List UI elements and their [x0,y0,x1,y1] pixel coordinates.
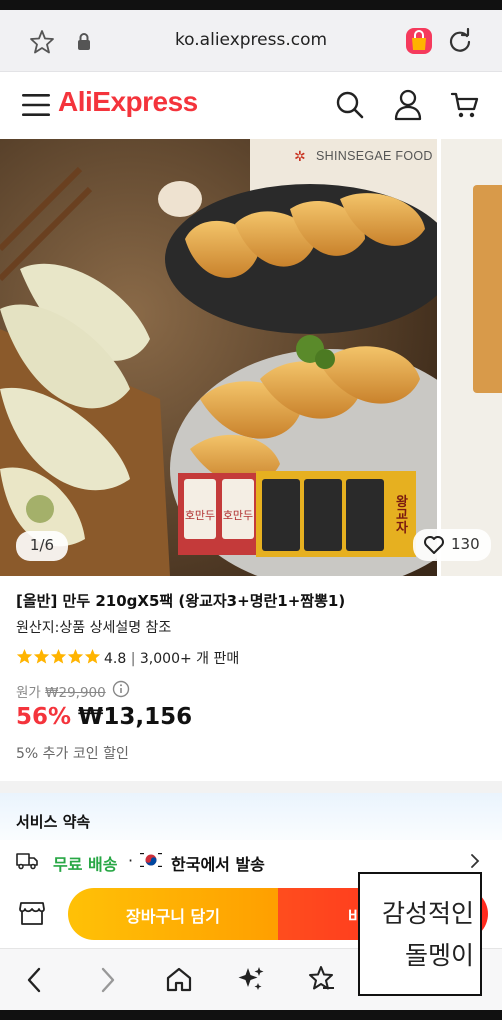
sparkle-icon[interactable] [236,964,266,994]
product-info: [올반] 만두 210gX5팩 (왕교자3+명란1+짬뽕1) 원산지:상품 상세… [0,576,502,781]
image-page-indicator: 1/6 [16,531,68,561]
status-bar [0,0,502,10]
rating-separator: | [130,651,140,667]
package-label-1: 호만두 [185,509,215,522]
star-rating-icon [16,649,101,664]
original-price: ₩29,900 [45,685,106,701]
sale-price: ₩13,156 [78,704,193,730]
product-gallery[interactable]: 호만두 호만두 왕교자 ✲ SHINSEGAE FOOD 1/6 130 [0,139,502,576]
product-origin: 원산지:상품 상세설명 참조 [16,620,172,636]
heart-icon [424,536,444,554]
free-shipping-text: 무료 배송 [53,855,118,874]
discount-percent: 56% [16,704,72,730]
product-image[interactable]: 호만두 호만두 왕교자 ✲ SHINSEGAE FOOD [0,139,437,576]
cart-icon[interactable] [450,90,480,120]
star-icon [33,649,50,664]
section-divider [0,781,502,793]
next-image-preview[interactable] [441,139,502,576]
browser-url-bar: ko.aliexpress.com [0,10,502,72]
rating-stars [16,648,102,666]
original-price-label: 원가 [16,685,41,701]
star-icon [16,649,33,664]
store-icon[interactable] [18,899,46,927]
shipping-separator: · [128,851,134,870]
ships-from-korea: 한국에서 발송 [171,855,265,874]
service-title: 서비스 약속 [16,813,91,831]
watermark-line-2: 돌멩이 [404,941,474,970]
aliexpress-logo[interactable]: AliExpress [58,86,198,118]
package-label-2: 호만두 [223,509,253,522]
truck-icon [16,853,38,870]
sold-count: 3,000+ 개 판매 [139,651,240,667]
forward-icon[interactable] [96,967,118,993]
dumpling-photo: 호만두 호만두 왕교자 ✲ SHINSEGAE FOOD [0,139,437,576]
menu-icon[interactable] [22,92,50,118]
brand-watermark: SHINSEGAE FOOD [316,149,433,163]
watermark-overlay: 감성적인 돌멩이 [358,872,482,996]
wishlist-button[interactable]: 130 [413,529,491,561]
add-to-cart-button[interactable]: 장바구니 담기 [68,888,278,940]
star-icon [50,649,67,664]
product-title[interactable]: [올반] 만두 210gX5팩 (왕교자3+명란1+짬뽕1) [16,590,345,611]
search-icon[interactable] [335,90,365,120]
watermark-line-1: 감성적인 [381,899,474,928]
account-icon[interactable] [393,89,423,121]
site-header: AliExpress [0,72,502,138]
brand-watermark-icon: ✲ [294,149,306,165]
system-nav-bar [0,1010,502,1020]
rating-value: 4.8 [104,651,127,667]
coin-discount: 5% 추가 코인 할인 [16,746,129,762]
back-icon[interactable] [24,967,46,993]
info-icon[interactable] [112,680,130,698]
star-icon [67,649,84,664]
wishlist-count: 130 [451,535,480,553]
bookmarks-icon[interactable] [307,964,337,994]
next-image-package [473,185,502,393]
korea-flag-icon [138,850,164,870]
star-icon [84,649,101,664]
chevron-right-icon [471,854,480,868]
reload-icon[interactable] [446,28,474,56]
home-icon[interactable] [165,965,193,993]
package-label-3: 왕교자 [393,495,408,535]
shopping-bag-icon[interactable] [404,26,434,56]
